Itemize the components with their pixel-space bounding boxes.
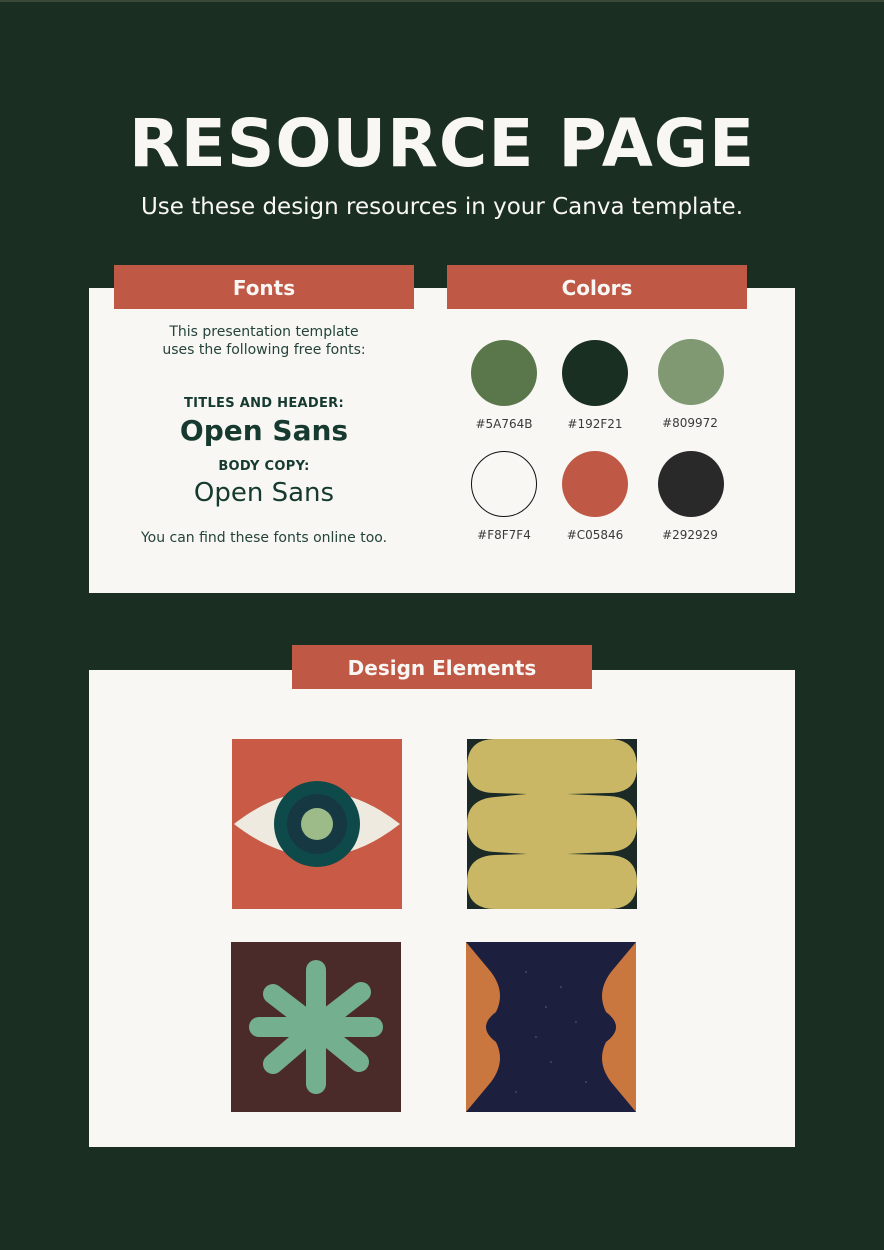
design-elements-section-header: Design Elements: [292, 645, 592, 689]
wavy-blob-graphic-svg: [467, 739, 637, 909]
color-swatch-label: #F8F7F4: [477, 528, 531, 542]
color-swatch-label: #C05846: [566, 528, 624, 542]
titles-font-label: TITLES AND HEADER:: [184, 396, 344, 411]
body-font-name: Open Sans: [193, 478, 335, 508]
blob-shape: [467, 739, 637, 909]
night-sky-shape: [466, 942, 636, 1112]
color-swatch: [471, 451, 537, 517]
color-swatch: [471, 340, 537, 406]
wavy-night-sky-graphic: [466, 942, 636, 1112]
color-swatch-label: #809972: [662, 416, 718, 430]
fonts-section-header: Fonts: [114, 265, 414, 309]
eye-pupil: [301, 808, 333, 840]
asterisk-center: [296, 1007, 336, 1047]
fonts-intro-line-1: This presentation template: [169, 324, 359, 340]
titles-font-name: Open Sans: [179, 414, 349, 447]
color-swatch-label: #5A764B: [475, 417, 533, 431]
color-swatch: [562, 340, 628, 406]
fonts-intro: This presentation template uses the foll…: [114, 323, 414, 359]
asterisk-flower-graphic: [231, 942, 401, 1112]
color-swatch: [658, 339, 724, 405]
color-swatch-label: #192F21: [567, 417, 623, 431]
color-swatch-label: #292929: [662, 528, 718, 542]
fonts-intro-line-2: uses the following free fonts:: [162, 342, 366, 358]
page-title: RESOURCE PAGE: [128, 105, 756, 182]
colors-section-header: Colors: [447, 265, 747, 309]
color-swatch: [562, 451, 628, 517]
body-font-label: BODY COPY:: [218, 459, 310, 474]
design-elements-panel: [89, 670, 795, 1147]
fonts-footer-note: You can find these fonts online too.: [140, 530, 388, 546]
eye-graphic-svg: [232, 739, 402, 909]
wavy-blob-graphic: [467, 739, 637, 909]
wavy-night-sky-graphic-svg: [466, 942, 636, 1112]
fonts-section: This presentation template uses the foll…: [114, 320, 414, 546]
color-swatch: [658, 451, 724, 517]
page-subtitle: Use these design resources in your Canva…: [140, 194, 744, 220]
asterisk-flower-graphic-svg: [231, 942, 401, 1112]
top-edge-strip: [0, 0, 884, 2]
eye-graphic: [232, 739, 402, 909]
